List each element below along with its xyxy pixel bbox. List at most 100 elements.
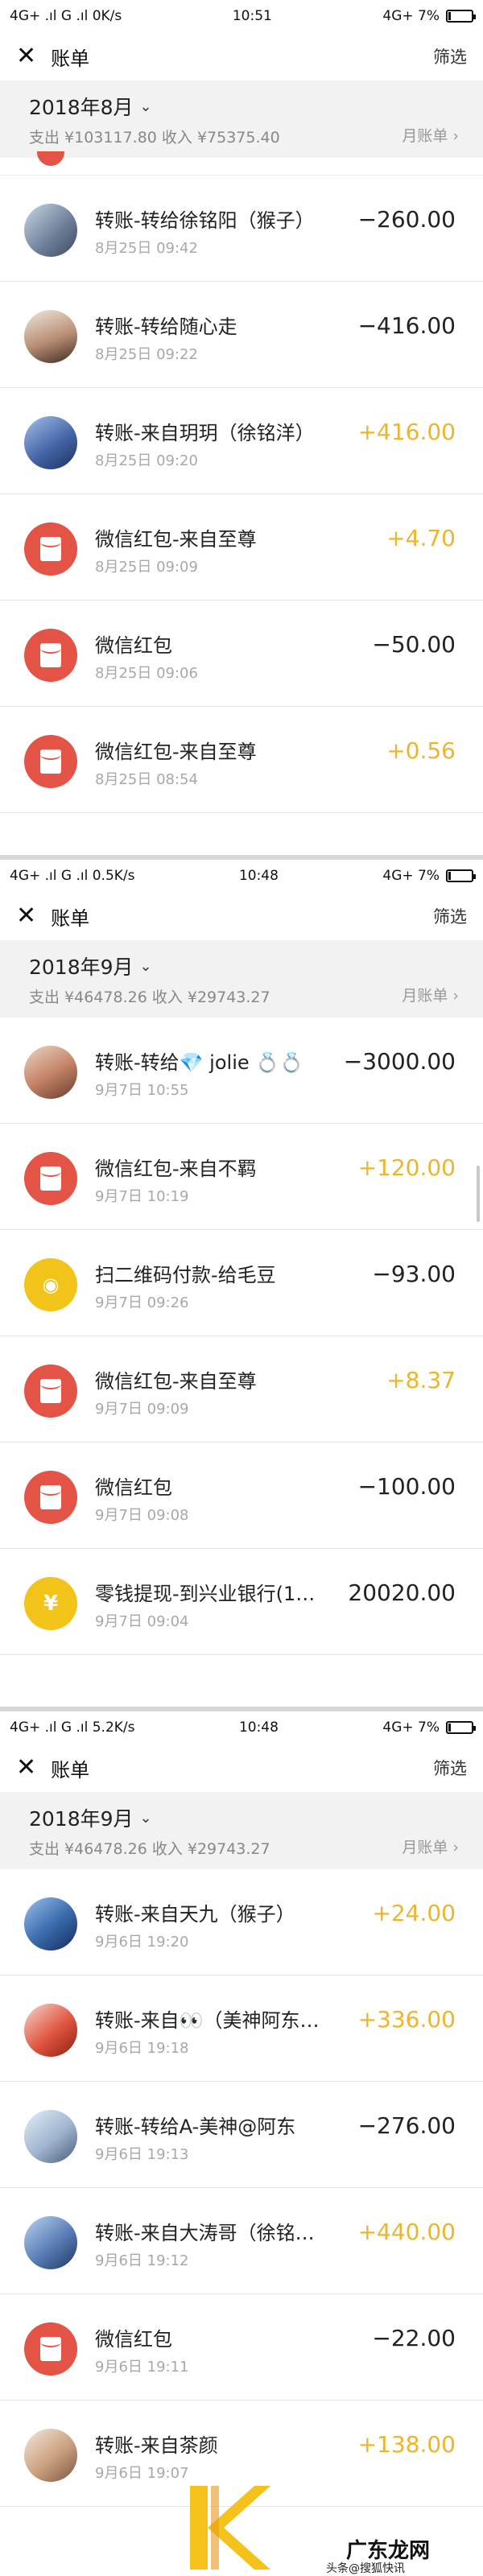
chevron-down-icon: ⌄ — [139, 97, 152, 115]
transaction-title: 微信红包-来自至尊 — [95, 1370, 257, 1393]
transaction-row[interactable]: 转账-来自玥玥（徐铭洋） 8月25日 09:20 +416.00 — [0, 388, 483, 494]
monthly-bill-link[interactable]: 月账单 › — [402, 124, 459, 146]
avatar — [24, 2004, 77, 2057]
app-header: ✕ 账单 筛选 — [0, 892, 483, 940]
transaction-row[interactable]: 微信红包 8月25日 09:06 −50.00 — [0, 601, 483, 707]
transaction-amount: −100.00 — [357, 1473, 456, 1500]
avatar — [24, 2429, 77, 2482]
close-icon[interactable]: ✕ — [16, 44, 36, 68]
transaction-row[interactable]: 微信红包 9月6日 19:11 −22.00 — [0, 2294, 483, 2401]
transaction-time: 9月6日 19:12 — [95, 2252, 189, 2269]
status-bar: 4G+ .ıl G .ıl 0.5K/s 10:48 4G+ 7% — [0, 860, 483, 892]
transaction-row[interactable]: 转账-转给徐铭阳（猴子） 8月25日 09:42 −260.00 — [0, 175, 483, 282]
transaction-amount: −93.00 — [372, 1261, 456, 1287]
status-network: 4G+ .ıl G .ıl 5.2K/s — [10, 1719, 135, 1736]
transaction-title: 转账-来自茶颜 — [95, 2434, 218, 2457]
transaction-time: 9月7日 09:08 — [95, 1507, 189, 1524]
transaction-row[interactable]: 转账-转给💎 jolie 💍💍 9月7日 10:55 −3000.00 — [0, 1018, 483, 1124]
envelope-icon — [40, 749, 61, 774]
status-network: 4G+ .ıl G .ıl 0.5K/s — [10, 868, 135, 884]
transaction-row[interactable]: 转账-来自👀（美神阿东… 9月6日 19:18 +336.00 — [0, 1975, 483, 2082]
transaction-row[interactable]: ◉ 扫二维码付款-给毛豆 9月7日 09:26 −93.00 — [0, 1230, 483, 1336]
transaction-title: 微信红包 — [95, 1476, 172, 1499]
transaction-row[interactable]: 转账-转给随心走 8月25日 09:22 −416.00 — [0, 282, 483, 388]
status-bar: 4G+ .ıl G .ıl 0K/s 10:51 4G+ 7% — [0, 0, 483, 32]
month-header[interactable]: 2018年8月 ⌄ 支出 ¥103117.80 收入 ¥75375.40 月账单 … — [0, 80, 483, 158]
transaction-time: 8月25日 09:22 — [95, 346, 198, 363]
envelope-icon — [40, 1166, 61, 1191]
transaction-title: 转账-转给随心走 — [95, 316, 237, 338]
transaction-amount: −3000.00 — [343, 1048, 456, 1075]
transaction-title: 转账-来自玥玥（徐铭洋） — [95, 422, 315, 444]
red-packet-icon — [24, 1152, 77, 1205]
monthly-bill-link[interactable]: 月账单 › — [402, 984, 459, 1005]
transaction-row[interactable]: 微信红包-来自至尊 8月25日 08:54 +0.56 — [0, 707, 483, 813]
transaction-amount: +24.00 — [372, 1900, 456, 1926]
month-label: 2018年9月 — [29, 1807, 134, 1831]
watermark-logo — [190, 2486, 270, 2570]
status-time: 10:48 — [238, 868, 279, 884]
month-label: 2018年8月 — [29, 96, 134, 119]
transaction-row[interactable]: 微信红包 9月7日 09:08 −100.00 — [0, 1443, 483, 1549]
app-header: ✕ 账单 筛选 — [0, 32, 483, 80]
filter-button[interactable]: 筛选 — [433, 904, 467, 928]
avatar — [24, 1897, 77, 1951]
transaction-time: 8月25日 09:42 — [95, 240, 198, 257]
transaction-title: 转账-转给💎 jolie 💍💍 — [95, 1051, 304, 1074]
transaction-amount: +8.37 — [386, 1367, 456, 1393]
bill-panel-1: 4G+ .ıl G .ıl 0K/s 10:51 4G+ 7% ✕ 账单 筛选 … — [0, 0, 483, 855]
transaction-title: 转账-转给徐铭阳（猴子） — [95, 209, 315, 232]
filter-button[interactable]: 筛选 — [433, 1756, 467, 1780]
transaction-amount: −276.00 — [357, 2112, 456, 2139]
transaction-row[interactable]: 转账-来自大涛哥（徐铭… 9月6日 19:12 +440.00 — [0, 2188, 483, 2294]
transaction-row[interactable]: 微信红包-来自至尊 8月25日 09:09 +4.70 — [0, 494, 483, 601]
transaction-time: 9月7日 10:55 — [95, 1082, 189, 1099]
transaction-row[interactable]: 转账-转给A-美神@阿东 9月6日 19:13 −276.00 — [0, 2082, 483, 2188]
monthly-bill-link[interactable]: 月账单 › — [402, 1835, 459, 1857]
close-icon[interactable]: ✕ — [16, 1756, 36, 1780]
transaction-title: 转账-来自大涛哥（徐铭… — [95, 2222, 315, 2244]
status-signal-battery: 4G+ 7% — [382, 8, 440, 24]
transaction-time: 9月6日 19:18 — [95, 2040, 189, 2057]
month-summary: 支出 ¥46478.26 收入 ¥29743.27 — [29, 1840, 270, 1858]
filter-button[interactable]: 筛选 — [433, 44, 467, 68]
status-signal-battery: 4G+ 7% — [382, 1719, 440, 1736]
avatar — [24, 2110, 77, 2163]
transaction-amount: +0.56 — [386, 737, 456, 764]
transaction-time: 9月6日 19:13 — [95, 2146, 189, 2163]
transaction-amount: −50.00 — [372, 631, 456, 658]
status-time: 10:51 — [232, 8, 272, 24]
transaction-time: 9月7日 09:04 — [95, 1613, 189, 1630]
chevron-down-icon: ⌄ — [139, 1809, 152, 1827]
monthly-bill-label: 月账单 — [402, 1839, 448, 1856]
close-icon[interactable]: ✕ — [16, 904, 36, 928]
transaction-amount: +138.00 — [357, 2431, 456, 2458]
month-header[interactable]: 2018年9月 ⌄ 支出 ¥46478.26 收入 ¥29743.27 月账单 › — [0, 1792, 483, 1869]
transaction-title: 微信红包 — [95, 2328, 172, 2351]
transaction-time: 9月6日 19:20 — [95, 1934, 189, 1951]
transaction-time: 8月25日 09:06 — [95, 665, 198, 682]
transaction-row[interactable]: 微信红包-来自至尊 9月7日 09:09 +8.37 — [0, 1336, 483, 1443]
transaction-title: 扫二维码付款-给毛豆 — [95, 1264, 276, 1286]
scrollbar[interactable] — [477, 1166, 480, 1222]
status-signal-battery: 4G+ 7% — [382, 868, 440, 884]
red-packet-icon — [24, 735, 77, 788]
transaction-row[interactable]: 微信红包-来自不羁 9月7日 10:19 +120.00 — [0, 1124, 483, 1230]
red-packet-icon — [24, 2322, 77, 2376]
transaction-time: 9月7日 09:26 — [95, 1294, 189, 1311]
yuan-coin-icon: ¥ — [24, 1577, 77, 1630]
envelope-icon — [40, 643, 61, 667]
avatar — [24, 204, 77, 257]
transaction-time: 9月6日 19:11 — [95, 2359, 189, 2376]
envelope-icon — [40, 537, 61, 561]
transaction-title: 转账-转给A-美神@阿东 — [95, 2116, 296, 2138]
page-title: 账单 — [51, 47, 90, 70]
battery-icon — [445, 869, 476, 882]
month-header[interactable]: 2018年9月 ⌄ 支出 ¥46478.26 收入 ¥29743.27 月账单 › — [0, 940, 483, 1018]
transaction-row[interactable]: ¥ 零钱提现-到兴业银行(1… 9月7日 09:04 20020.00 — [0, 1549, 483, 1655]
transaction-amount: +440.00 — [357, 2219, 456, 2245]
transaction-row[interactable]: 转账-来自天九（猴子） 9月6日 19:20 +24.00 — [0, 1869, 483, 1975]
transaction-time: 8月25日 08:54 — [95, 771, 198, 788]
transaction-title: 转账-来自👀（美神阿东… — [95, 2009, 320, 2032]
transaction-title: 微信红包 — [95, 634, 172, 657]
